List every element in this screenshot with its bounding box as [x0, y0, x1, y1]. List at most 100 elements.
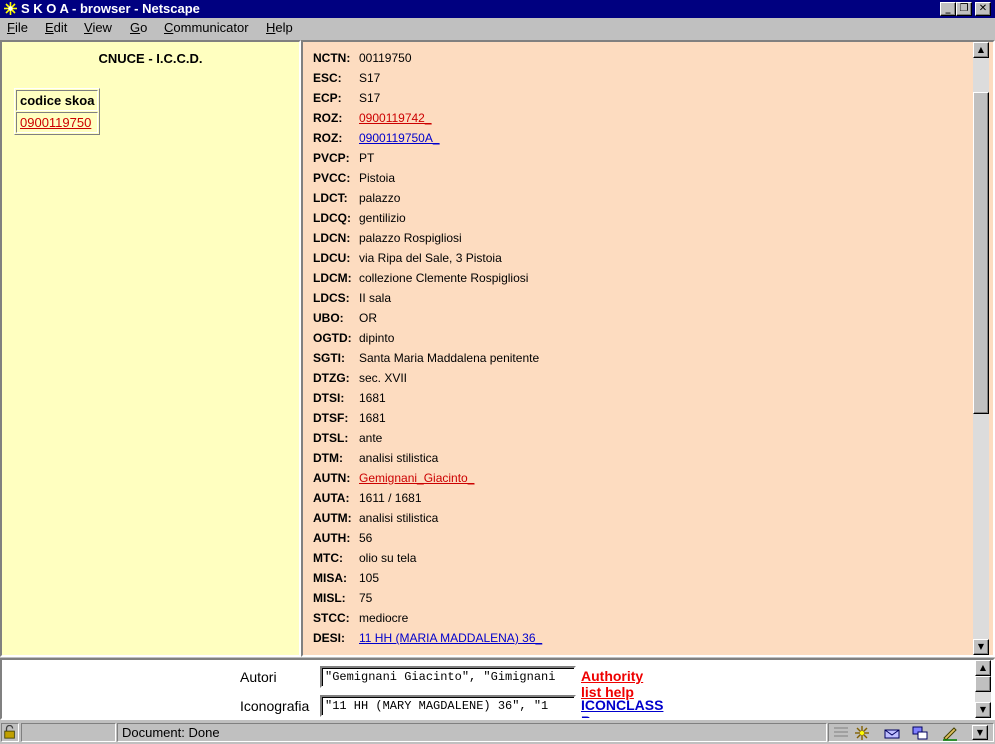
search-scroll-thumb[interactable] [975, 676, 991, 692]
field-value: PT [359, 151, 375, 165]
field-value: via Ripa del Sale, 3 Pistoia [359, 251, 502, 265]
scroll-up-button[interactable]: ▲ [973, 42, 989, 58]
field-label: DTM: [313, 451, 343, 465]
iconografia-input[interactable]: "11 HH (MARY MAGDALENE) 36", "1 [320, 695, 576, 717]
field-value: palazzo [359, 191, 401, 205]
field-label: LDCN: [313, 231, 351, 245]
menu-bar: File Edit View Go Communicator Help [0, 18, 995, 38]
field-value: analisi stilistica [359, 511, 439, 525]
field-value: analisi stilistica [359, 451, 439, 465]
field-label: DTSF: [313, 411, 349, 425]
field-value: sec. XVII [359, 371, 408, 385]
field-label: PVCP: [313, 151, 350, 165]
progress-panel [21, 723, 116, 742]
field-value-link[interactable]: 0900119750A_ [359, 128, 440, 148]
search-scroll-down-button[interactable]: ▼ [975, 702, 991, 718]
organization-title: CNUCE - I.C.C.D. [98, 51, 203, 66]
close-button[interactable]: ✕ [975, 2, 991, 16]
autori-label: Autori [240, 669, 277, 685]
field-value: S17 [359, 91, 381, 105]
field-label: LDCT: [313, 191, 348, 205]
mail-icon[interactable] [883, 725, 901, 741]
field-label: ROZ: [313, 111, 343, 125]
field-label: UBO: [313, 311, 344, 325]
title-bar: S K O A - browser - Netscape _ ❐ ✕ [0, 0, 995, 18]
field-value: II sala [359, 291, 392, 305]
menu-edit[interactable]: Edit [45, 20, 67, 35]
field-label: LDCQ: [313, 211, 351, 225]
component-bar: ▼ [828, 723, 994, 742]
field-label: LDCM: [313, 271, 352, 285]
field-label: ROZ: [313, 131, 343, 145]
field-label: PVCC: [313, 171, 351, 185]
field-value: collezione Clemente Rospigliosi [359, 271, 529, 285]
field-value: 75 [359, 591, 373, 605]
field-label: LDCU: [313, 251, 351, 265]
field-label: ESC: [313, 71, 342, 85]
autori-input[interactable]: "Gemignani Giacinto", "Gimignani [320, 666, 576, 688]
status-bar: Document: Done ▼ [0, 721, 995, 744]
minimize-button[interactable]: _ [940, 2, 956, 16]
menu-file[interactable]: File [7, 20, 28, 35]
menu-go[interactable]: Go [130, 20, 147, 35]
iconclass-browser-link[interactable]: ICONCLASS Browser [581, 697, 663, 718]
scroll-thumb[interactable] [973, 92, 989, 414]
field-value: mediocre [359, 611, 409, 625]
field-label: AUTA: [313, 491, 350, 505]
field-label: STCC: [313, 611, 350, 625]
field-value: Santa Maria Maddalena penitente [359, 351, 540, 365]
scroll-down-button[interactable]: ▼ [973, 639, 989, 655]
code-table-cell: 0900119750 [16, 112, 99, 133]
drag-handle-icon [834, 727, 848, 737]
field-label: MISL: [313, 591, 346, 605]
search-frame: Autori "Gemignani Giacinto", "Gimignani … [0, 658, 995, 720]
field-value: OR [359, 311, 377, 325]
window-title: S K O A - browser - Netscape [21, 1, 200, 16]
menu-help[interactable]: Help [266, 20, 293, 35]
field-value: 00119750 [359, 51, 412, 65]
field-value: Pistoia [359, 171, 396, 185]
field-label: AUTH: [313, 531, 351, 545]
composer-icon[interactable] [941, 725, 959, 741]
discussion-icon[interactable] [911, 725, 929, 741]
field-value: 1611 / 1681 [359, 491, 422, 505]
code-table: codice skoa 0900119750 [14, 88, 101, 135]
field-label: LDCS: [313, 291, 350, 305]
field-label: SGTI: [313, 351, 345, 365]
field-value: palazzo Rospigliosi [359, 231, 462, 245]
field-value: dipinto [359, 331, 395, 345]
component-bar-expand-button[interactable]: ▼ [972, 725, 988, 740]
security-lock-icon [4, 725, 15, 739]
iconografia-label: Iconografia [240, 698, 310, 714]
record-scrollbar[interactable]: ▲ ▼ [973, 42, 989, 655]
field-value-link[interactable]: 11 HH (MARIA MADDALENA) 36_ [359, 628, 542, 648]
netscape-icon [4, 2, 17, 15]
field-value: ante [359, 431, 383, 445]
status-text: Document: Done [122, 725, 220, 740]
field-label: OGTD: [313, 331, 352, 345]
field-value: gentilizio [359, 211, 406, 225]
field-value: 1681 [359, 391, 386, 405]
record-frame: NCTN: 00119750 ESC: S17 ECP: S17 ROZ: 090011974… [301, 40, 995, 657]
status-panel: Document: Done [117, 723, 827, 742]
search-scrollbar[interactable]: ▲ ▼ [975, 660, 991, 718]
field-value: 105 [359, 571, 380, 585]
search-scroll-up-button[interactable]: ▲ [975, 660, 991, 676]
field-label: DESI: [313, 631, 346, 645]
code-link[interactable]: 0900119750 [20, 115, 91, 130]
navigator-icon[interactable] [853, 725, 871, 741]
menu-view[interactable]: View [84, 20, 112, 35]
field-label: AUTM: [313, 511, 352, 525]
navigation-frame: CNUCE - I.C.C.D. codice skoa 0900119750 [0, 40, 301, 657]
field-label: MISA: [313, 571, 347, 585]
field-label: NCTN: [313, 51, 351, 65]
field-value-link[interactable]: 0900119742_ [359, 108, 432, 128]
authority-list-help-link[interactable]: Authority list help [581, 668, 643, 700]
menu-communicator[interactable]: Communicator [164, 20, 249, 35]
security-panel[interactable] [1, 723, 19, 742]
field-label: DTZG: [313, 371, 350, 385]
field-value: olio su tela [359, 551, 417, 565]
field-label: DTSI: [313, 391, 345, 405]
field-value-link[interactable]: Gemignani_Giacinto_ [359, 468, 474, 488]
maximize-button[interactable]: ❐ [956, 2, 972, 16]
